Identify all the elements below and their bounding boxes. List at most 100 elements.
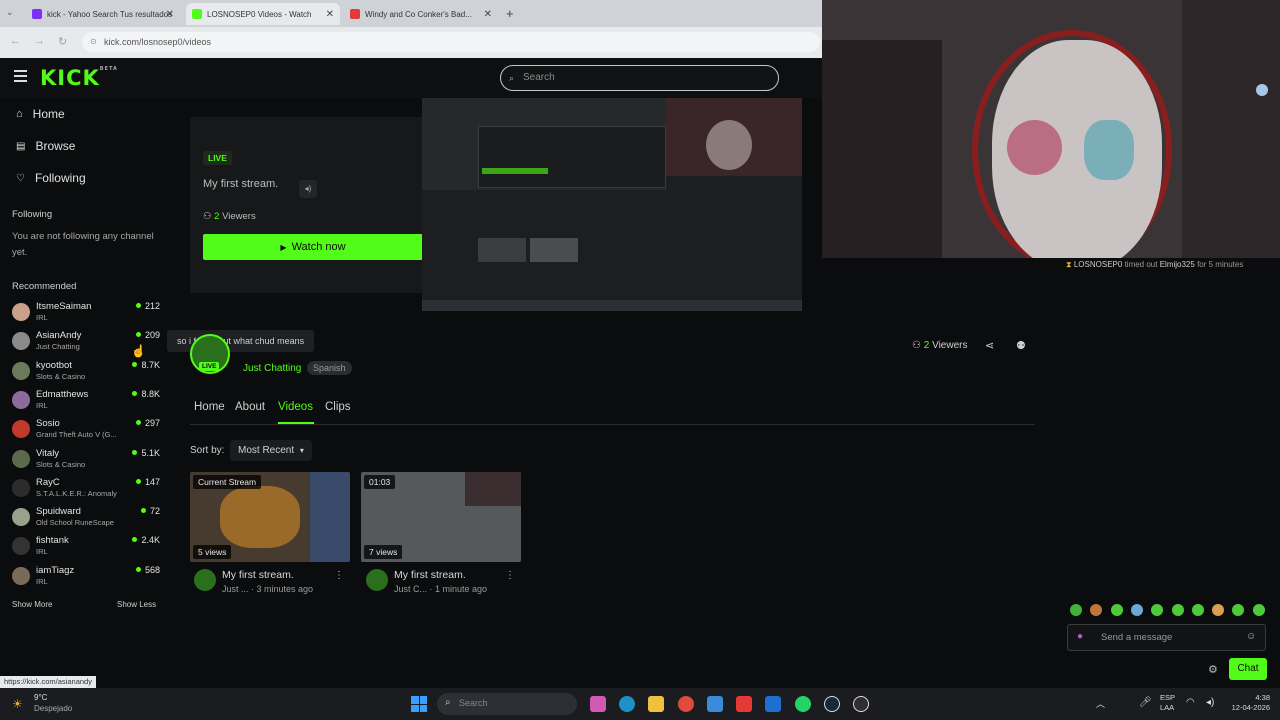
browser-tab-youtube[interactable]: Windy and Co Conker's Bad... ✕: [344, 3, 498, 25]
whatsapp-icon[interactable]: [795, 696, 811, 712]
url-field[interactable]: ⊙ kick.com/losnosep0/videos: [82, 32, 820, 52]
tab-title: kick - Yahoo Search Tus resultados: [47, 9, 173, 19]
browser-tab-yahoo[interactable]: kick - Yahoo Search Tus resultados ✕: [26, 3, 180, 25]
channel-live-badge: LIVE: [199, 362, 220, 371]
timeout-duration: for 5 minutes: [1197, 260, 1244, 269]
video-channel-avatar[interactable]: [194, 569, 216, 591]
chat-settings-icon[interactable]: ⚙: [1208, 663, 1218, 676]
video-title[interactable]: My first stream.: [394, 569, 466, 581]
sidebar-item-following[interactable]: ♡ Following: [16, 171, 86, 185]
steam-icon[interactable]: [824, 696, 840, 712]
avatar: [12, 361, 30, 380]
logo-beta: BETA: [99, 66, 118, 72]
site-info-icon[interactable]: ⊙: [90, 32, 97, 52]
stream-preview-image[interactable]: [422, 98, 802, 311]
emote-icon[interactable]: [1151, 604, 1164, 616]
youtube-icon[interactable]: [736, 696, 752, 712]
emote-icon[interactable]: [1191, 604, 1204, 616]
sidebar-item-label: Following: [34, 171, 86, 185]
edge-icon[interactable]: [619, 696, 635, 712]
recommended-channel[interactable]: kyootbot Slots & Casino 8.7K: [12, 360, 160, 388]
emote-icon[interactable]: [1171, 604, 1184, 616]
chrome-icon[interactable]: [678, 696, 694, 712]
sidebar-item-home[interactable]: ⌂ Home: [16, 107, 65, 121]
emote-icon[interactable]: [1090, 604, 1103, 616]
emote-icon[interactable]: [1232, 604, 1245, 616]
recommended-channel[interactable]: Spuidward Old School RuneScape 72: [12, 506, 160, 534]
watch-now-button[interactable]: ▶ Watch now: [203, 234, 423, 260]
channel-category: Slots & Casino: [36, 371, 86, 381]
recommended-channel[interactable]: RayC S.T.A.L.K.E.R.: Anomaly 147: [12, 477, 160, 505]
tray-overflow-icon[interactable]: ︿: [1096, 697, 1105, 710]
mic-icon[interactable]: ●: [1077, 631, 1083, 642]
video-options-icon[interactable]: ⋮: [505, 570, 515, 581]
wifi-icon[interactable]: ◠: [1186, 697, 1195, 708]
language-indicator[interactable]: ESP LAA: [1160, 693, 1175, 713]
emote-icon[interactable]: [1130, 604, 1143, 616]
video-title[interactable]: My first stream.: [222, 569, 294, 581]
channel-category: IRL: [36, 313, 48, 322]
close-tab-icon[interactable]: ✕: [166, 9, 174, 20]
tab-list-dropdown-icon[interactable]: ⌄: [6, 7, 14, 18]
show-less-link[interactable]: Show Less: [117, 600, 156, 609]
emote-icon[interactable]: [1212, 604, 1225, 616]
mute-icon[interactable]: ◂): [299, 180, 317, 198]
chat-input[interactable]: ● Send a message ☺: [1067, 624, 1266, 651]
browser-tab-kick[interactable]: LOSNOSEP0 Videos - Watch ✕: [186, 3, 340, 25]
back-icon[interactable]: ←: [10, 35, 21, 47]
emoji-picker-icon[interactable]: ☺: [1246, 631, 1256, 642]
user-icon[interactable]: ⚉: [1016, 339, 1026, 352]
avatar: [12, 449, 30, 468]
tab-home[interactable]: Home: [194, 401, 225, 413]
reload-icon[interactable]: ↻: [58, 35, 67, 48]
share-icon[interactable]: ⋖: [985, 339, 994, 352]
channel-category: IRL: [36, 400, 48, 410]
weather-icon[interactable]: ☀: [12, 697, 23, 711]
recommended-channel[interactable]: ItsmeSaiman IRL 212: [12, 301, 160, 329]
status-bar-url: https://kick.com/asianandy: [0, 676, 96, 688]
emote-icon[interactable]: [1252, 604, 1265, 616]
tab-videos[interactable]: Videos: [278, 401, 313, 413]
sidebar-item-browse[interactable]: ▤ Browse: [16, 139, 75, 153]
close-tab-icon[interactable]: ✕: [326, 9, 334, 20]
tab-clips[interactable]: Clips: [325, 401, 351, 413]
recommended-channel[interactable]: Vitaly Slots & Casino 5.1K: [12, 448, 160, 476]
chat-send-button[interactable]: Chat: [1229, 658, 1267, 680]
volume-icon[interactable]: ◂): [1206, 697, 1214, 708]
stream-title: My first stream.: [203, 178, 279, 190]
close-tab-icon[interactable]: ✕: [484, 9, 492, 20]
clock[interactable]: 4:38 12-04-2026: [1222, 693, 1270, 713]
copilot-icon[interactable]: [590, 696, 606, 712]
recommended-channel[interactable]: iamTiagz IRL 568: [12, 565, 160, 593]
hamburger-menu-icon[interactable]: [14, 70, 27, 82]
recommended-channel[interactable]: Sosio Grand Theft Auto V (G... 297: [12, 418, 160, 446]
kick-logo[interactable]: KICKBETA: [40, 66, 118, 90]
following-heading: Following: [12, 209, 53, 220]
new-tab-icon[interactable]: +: [506, 6, 514, 21]
windows-start-icon[interactable]: [411, 696, 427, 712]
recommended-channel[interactable]: Edmatthews IRL 8.8K: [12, 389, 160, 417]
video-options-icon[interactable]: ⋮: [334, 570, 344, 581]
forward-icon[interactable]: →: [34, 35, 45, 47]
file-explorer-icon[interactable]: [648, 696, 664, 712]
yahoo-favicon-icon: [32, 9, 42, 19]
tab-about[interactable]: About: [235, 401, 265, 413]
emote-icon[interactable]: [1070, 604, 1082, 616]
search-input[interactable]: ⌕ Search: [500, 65, 779, 91]
outlook-icon[interactable]: [765, 696, 781, 712]
show-more-link[interactable]: Show More: [12, 600, 52, 609]
language-tag[interactable]: Spanish: [307, 361, 352, 375]
channel-category-link[interactable]: Just Chatting: [243, 363, 301, 374]
recommended-channel[interactable]: AsianAndy Just Chatting 209: [12, 330, 160, 358]
sort-dropdown[interactable]: Most Recent ▾: [230, 440, 312, 461]
mic-tray-icon[interactable]: 🎤︎: [1139, 697, 1152, 708]
video-thumbnail-1[interactable]: Current Stream 5 views: [190, 472, 350, 562]
emote-icon[interactable]: [1110, 604, 1123, 616]
taskbar-search[interactable]: ⌕ Search: [437, 693, 577, 715]
video-channel-avatar[interactable]: [366, 569, 388, 591]
obs-icon[interactable]: [853, 696, 869, 712]
live-banner-card: [190, 117, 422, 293]
snipping-tool-icon[interactable]: [707, 696, 723, 712]
recommended-channel[interactable]: fishtank IRL 2.4K: [12, 535, 160, 563]
video-thumbnail-2[interactable]: 01:03 7 views: [361, 472, 521, 562]
